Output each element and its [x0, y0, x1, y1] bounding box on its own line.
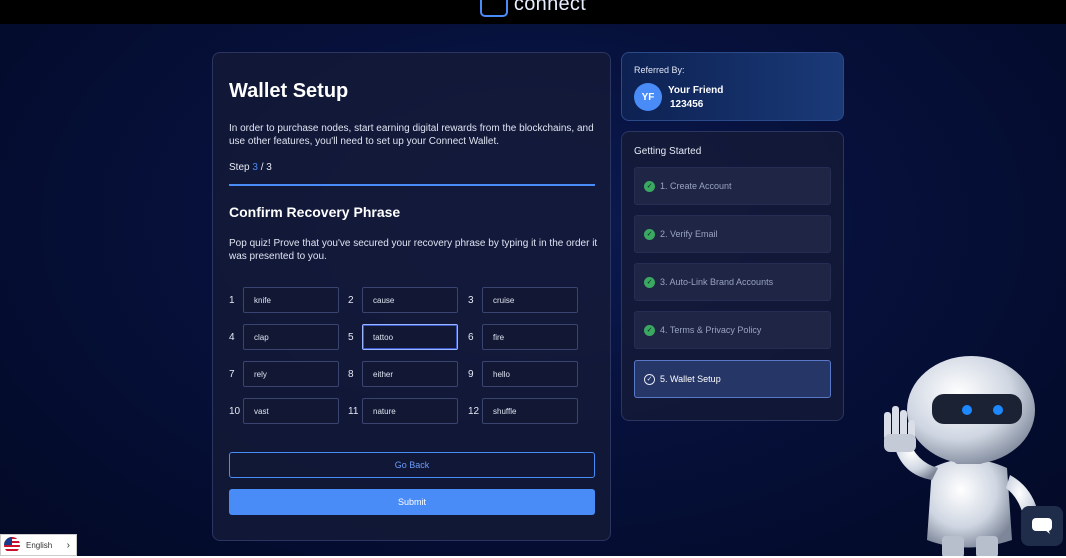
language-selector[interactable]: English › — [0, 534, 77, 556]
referral-label: Referred By: — [634, 65, 685, 75]
check-icon: ✓ — [644, 324, 655, 336]
word-cell: 7 rely — [229, 361, 339, 387]
word-cell: 1 knife — [229, 287, 339, 313]
avatar: YF — [634, 83, 662, 111]
go-back-button[interactable]: Go Back — [229, 452, 595, 478]
referrer-code: 123456 — [670, 99, 704, 110]
word-input-12[interactable]: shuffle — [482, 398, 578, 424]
word-cell: 4 clap — [229, 324, 339, 350]
step-label: 4. Terms & Privacy Policy — [660, 325, 762, 335]
word-number: 3 — [468, 294, 474, 306]
check-icon: ✓ — [644, 228, 655, 240]
intro-text: In order to purchase nodes, start earnin… — [229, 123, 594, 147]
step-progress-fill — [229, 184, 595, 186]
word-number: 4 — [229, 331, 235, 343]
word-number: 5 — [348, 331, 354, 343]
word-number: 10 — [229, 405, 241, 417]
top-bar: connect — [0, 0, 1066, 24]
word-number: 2 — [348, 294, 354, 306]
step-label: 3. Auto-Link Brand Accounts — [660, 277, 774, 287]
us-flag-icon — [4, 537, 20, 553]
chevron-right-icon: › — [66, 539, 70, 551]
word-number: 1 — [229, 294, 235, 306]
check-icon: ✓ — [644, 276, 655, 288]
step-item-3[interactable]: ✓ 3. Auto-Link Brand Accounts — [634, 263, 831, 301]
word-cell: 5 tattoo — [348, 324, 458, 350]
logo-icon — [479, 0, 508, 17]
referrer-name: Your Friend — [668, 85, 724, 96]
word-input-7[interactable]: rely — [243, 361, 339, 387]
brand-logo[interactable]: connect — [479, 0, 587, 17]
word-number: 8 — [348, 368, 354, 380]
circle-check-icon: ✓ — [644, 373, 655, 385]
step-item-2[interactable]: ✓ 2. Verify Email — [634, 215, 831, 253]
getting-started-title: Getting Started — [634, 146, 702, 157]
page-title: Wallet Setup — [229, 80, 349, 102]
word-cell: 10 vast — [229, 398, 339, 424]
step-indicator: Step 3 / 3 — [229, 162, 272, 173]
section-title: Confirm Recovery Phrase — [229, 204, 401, 220]
step-separator: / — [257, 162, 267, 173]
word-number: 6 — [468, 331, 474, 343]
word-input-2[interactable]: cause — [362, 287, 458, 313]
word-input-9[interactable]: hello — [482, 361, 578, 387]
word-cell: 11 nature — [348, 398, 458, 424]
word-input-5[interactable]: tattoo — [362, 324, 458, 350]
language-label: English — [26, 540, 53, 550]
word-input-3[interactable]: cruise — [482, 287, 578, 313]
step-item-5[interactable]: ✓ 5. Wallet Setup — [634, 360, 831, 398]
word-cell: 8 either — [348, 361, 458, 387]
word-input-1[interactable]: knife — [243, 287, 339, 313]
word-cell: 2 cause — [348, 287, 458, 313]
word-input-6[interactable]: fire — [482, 324, 578, 350]
word-cell: 3 cruise — [468, 287, 578, 313]
step-item-4[interactable]: ✓ 4. Terms & Privacy Policy — [634, 311, 831, 349]
chat-widget-button[interactable] — [1021, 506, 1063, 546]
brand-name: connect — [513, 0, 587, 15]
step-label: 1. Create Account — [660, 181, 732, 191]
word-cell: 12 shuffle — [468, 398, 578, 424]
step-total: 3 — [266, 162, 272, 173]
step-item-1[interactable]: ✓ 1. Create Account — [634, 167, 831, 205]
word-input-11[interactable]: nature — [362, 398, 458, 424]
check-icon: ✓ — [644, 180, 655, 192]
word-input-8[interactable]: either — [362, 361, 458, 387]
wallet-setup-card: Wallet Setup In order to purchase nodes,… — [212, 52, 611, 541]
step-prefix: Step — [229, 162, 253, 173]
getting-started-card: Getting Started ✓ 1. Create Account ✓ 2. Ve… — [621, 131, 844, 421]
referral-card: Referred By: YF Your Friend 123456 — [621, 52, 844, 121]
step-label: 2. Verify Email — [660, 229, 718, 239]
word-cell: 9 hello — [468, 361, 578, 387]
word-input-10[interactable]: vast — [243, 398, 339, 424]
word-number: 7 — [229, 368, 235, 380]
word-number: 12 — [468, 405, 480, 417]
step-progress-bar — [229, 184, 595, 186]
word-number: 11 — [348, 405, 359, 417]
quiz-text: Pop quiz! Prove that you've secured your… — [229, 238, 598, 262]
submit-button[interactable]: Submit — [229, 489, 595, 515]
chat-bubble-icon — [1032, 518, 1052, 534]
word-input-4[interactable]: clap — [243, 324, 339, 350]
word-number: 9 — [468, 368, 474, 380]
word-cell: 6 fire — [468, 324, 578, 350]
step-label: 5. Wallet Setup — [660, 374, 721, 384]
